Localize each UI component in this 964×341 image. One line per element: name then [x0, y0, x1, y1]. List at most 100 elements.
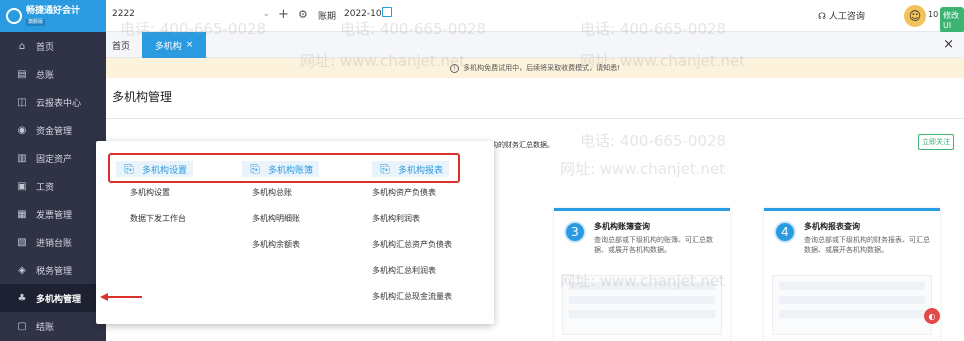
sidebar: 畅捷通好会计 旗舰版 ⌂ 首页 ▤ 总账 ◫ 云报表中心 ◉ 资金管理 ▥ 固定资产 ▣ 工…: [0, 0, 106, 341]
upgrade-button[interactable]: 修改UI: [940, 7, 964, 33]
sidebar-item-label: 总账: [36, 70, 55, 81]
menu-item[interactable]: 多机构设置: [130, 187, 186, 213]
page-description: 机构的财务汇总数据。: [484, 141, 554, 149]
sidebar-nav: ⌂ 首页 ▤ 总账 ◫ 云报表中心 ◉ 资金管理 ▥ 固定资产 ▣ 工资 ▦ 发票管理 ▧ 进销…: [0, 32, 106, 340]
sidebar-item-ledger[interactable]: ▤ 总账: [0, 60, 106, 88]
service-label: 人工咨询: [828, 12, 865, 22]
document-icon: ⎘: [250, 161, 260, 176]
notice-text: 多机构免费试用中，后续将采取收费模式，请知悉!: [463, 64, 620, 72]
menu-header-ledger[interactable]: ⎘ 多机构账簿: [242, 161, 320, 177]
tab-label: 多机构: [154, 41, 182, 52]
sidebar-item-assets[interactable]: ▥ 固定资产: [0, 144, 106, 172]
notice-banner: ! 多机构免费试用中，后续将采取收费模式，请知悉!: [106, 58, 964, 78]
card-title: 多机构账簿查询: [594, 222, 650, 231]
org-icon: ♣: [17, 292, 27, 304]
menu-item[interactable]: 多机构明细账: [252, 213, 300, 239]
menu-item[interactable]: 多机构总账: [252, 187, 300, 213]
add-icon[interactable]: +: [278, 7, 289, 22]
tabs-bar: 首页 多机构 × ×: [106, 32, 964, 58]
follow-button[interactable]: 立即关注: [918, 134, 954, 150]
account-select-value: 2222: [112, 9, 135, 19]
gear-icon[interactable]: ⚙: [298, 8, 308, 21]
sidebar-item-label: 多机构管理: [36, 294, 82, 305]
menu-item[interactable]: 多机构资产负债表: [372, 187, 452, 213]
sidebar-item-label: 资金管理: [36, 126, 73, 137]
sidebar-item-label: 税务管理: [36, 266, 73, 277]
feature-card-ledger[interactable]: 3 多机构账簿查询 查询总部或下级机构的账簿、可汇总数据、或展开各机构数据。: [554, 208, 730, 341]
menu-item[interactable]: 多机构利润表: [372, 213, 452, 239]
close-books-icon: ▢: [17, 320, 27, 332]
sidebar-item-label: 首页: [36, 42, 55, 53]
sidebar-item-multi-org[interactable]: ♣ 多机构管理: [0, 284, 106, 312]
page-title: 多机构管理: [112, 90, 173, 104]
sidebar-item-invoice[interactable]: ▦ 发票管理: [0, 200, 106, 228]
menu-header-label: 多机构设置: [142, 165, 188, 176]
sidebar-item-label: 发票管理: [36, 210, 73, 221]
home-icon: ⌂: [18, 40, 26, 52]
close-icon[interactable]: ×: [186, 40, 194, 50]
chart-icon: ◫: [17, 96, 27, 108]
period-label: 账期: [318, 12, 337, 22]
avatar[interactable]: ☺: [904, 5, 926, 27]
menu-header-label: 多机构报表: [398, 165, 444, 176]
asset-icon: ▥: [17, 152, 27, 164]
menu-item[interactable]: 数据下发工作台: [130, 213, 186, 239]
sidebar-item-label: 结账: [36, 322, 55, 333]
menu-header-reports[interactable]: ⎘ 多机构报表: [372, 161, 450, 177]
sidebar-item-closing[interactable]: ▢ 结账: [0, 312, 106, 340]
sidebar-item-label: 工资: [36, 182, 55, 193]
info-icon: !: [450, 63, 460, 73]
account-select[interactable]: 2222 ⌄: [112, 9, 270, 23]
menu-column-settings: 多机构设置 数据下发工作台: [130, 187, 186, 239]
sidebar-item-label: 进销台账: [36, 238, 73, 249]
menu-header-settings[interactable]: ⎘ 多机构设置: [116, 161, 194, 177]
tab-multi-org[interactable]: 多机构 ×: [142, 32, 206, 58]
calendar-icon[interactable]: [382, 7, 392, 17]
app-logo[interactable]: 畅捷通好会计 旗舰版: [0, 0, 106, 32]
help-badge[interactable]: ◐: [924, 308, 940, 324]
service-link[interactable]: ☊ 人工咨询: [818, 9, 865, 22]
ledger-icon: ▤: [17, 68, 27, 80]
inventory-icon: ▧: [17, 236, 27, 248]
sidebar-item-reports[interactable]: ◫ 云报表中心: [0, 88, 106, 116]
menu-column-ledger: 多机构总账 多机构明细账 多机构余额表: [252, 187, 300, 265]
annotation-arrow-icon: [100, 293, 142, 301]
sidebar-item-inventory[interactable]: ▧ 进销台账: [0, 228, 106, 256]
step-number: 3: [564, 221, 586, 243]
user-name[interactable]: 10: [928, 10, 938, 19]
chevron-down-icon: ⌄: [262, 9, 270, 19]
money-icon: ◉: [17, 124, 27, 136]
menu-header-highlight: ⎘ 多机构设置 ⎘ 多机构账簿 ⎘ 多机构报表: [108, 153, 460, 183]
menu-column-reports: 多机构资产负债表 多机构利润表 多机构汇总资产负债表 多机构汇总利润表 多机构汇…: [372, 187, 452, 317]
menu-header-label: 多机构账簿: [268, 165, 314, 176]
step-number: 4: [774, 221, 796, 243]
topbar: 2222 ⌄ + ⚙ 账期 2022-10 ☊ 人工咨询 ☺ 10 修改UI: [106, 0, 964, 33]
logo-icon: [6, 8, 22, 24]
invoice-icon: ▦: [17, 208, 27, 220]
logo-subtitle: 旗舰版: [26, 19, 46, 26]
menu-item[interactable]: 多机构汇总资产负债表: [372, 239, 452, 265]
sidebar-item-salary[interactable]: ▣ 工资: [0, 172, 106, 200]
period-value[interactable]: 2022-10: [344, 9, 382, 19]
close-all-tabs-button[interactable]: ×: [943, 37, 954, 52]
feature-card-reports[interactable]: 4 多机构报表查询 查询总部或下级机构的财务报表、可汇总数据、或展开各机构数据。: [764, 208, 940, 341]
multi-org-menu: ⎘ 多机构设置 ⎘ 多机构账簿 ⎘ 多机构报表 多机构设置 数据下发工作台 多机构总账…: [96, 141, 494, 324]
sidebar-item-home[interactable]: ⌂ 首页: [0, 32, 106, 60]
menu-item[interactable]: 多机构汇总利润表: [372, 265, 452, 291]
preview-image: [772, 275, 932, 335]
card-title: 多机构报表查询: [804, 222, 860, 231]
preview-image: [562, 275, 722, 335]
tab-home[interactable]: 首页: [112, 39, 130, 52]
menu-item[interactable]: 多机构余额表: [252, 239, 300, 265]
document-icon: ⎘: [124, 161, 134, 176]
menu-item[interactable]: 多机构汇总现金流量表: [372, 291, 452, 317]
sidebar-item-label: 固定资产: [36, 154, 73, 165]
logo-title: 畅捷通好会计: [26, 6, 81, 16]
sidebar-item-tax[interactable]: ◈ 税务管理: [0, 256, 106, 284]
sidebar-item-label: 云报表中心: [36, 98, 82, 109]
card-description: 查询总部或下级机构的财务报表、可汇总数据、或展开各机构数据。: [804, 236, 930, 254]
document-icon: ⎘: [380, 161, 390, 176]
sidebar-item-funds[interactable]: ◉ 资金管理: [0, 116, 106, 144]
card-description: 查询总部或下级机构的账簿、可汇总数据、或展开各机构数据。: [594, 236, 713, 254]
tax-icon: ◈: [18, 264, 26, 276]
